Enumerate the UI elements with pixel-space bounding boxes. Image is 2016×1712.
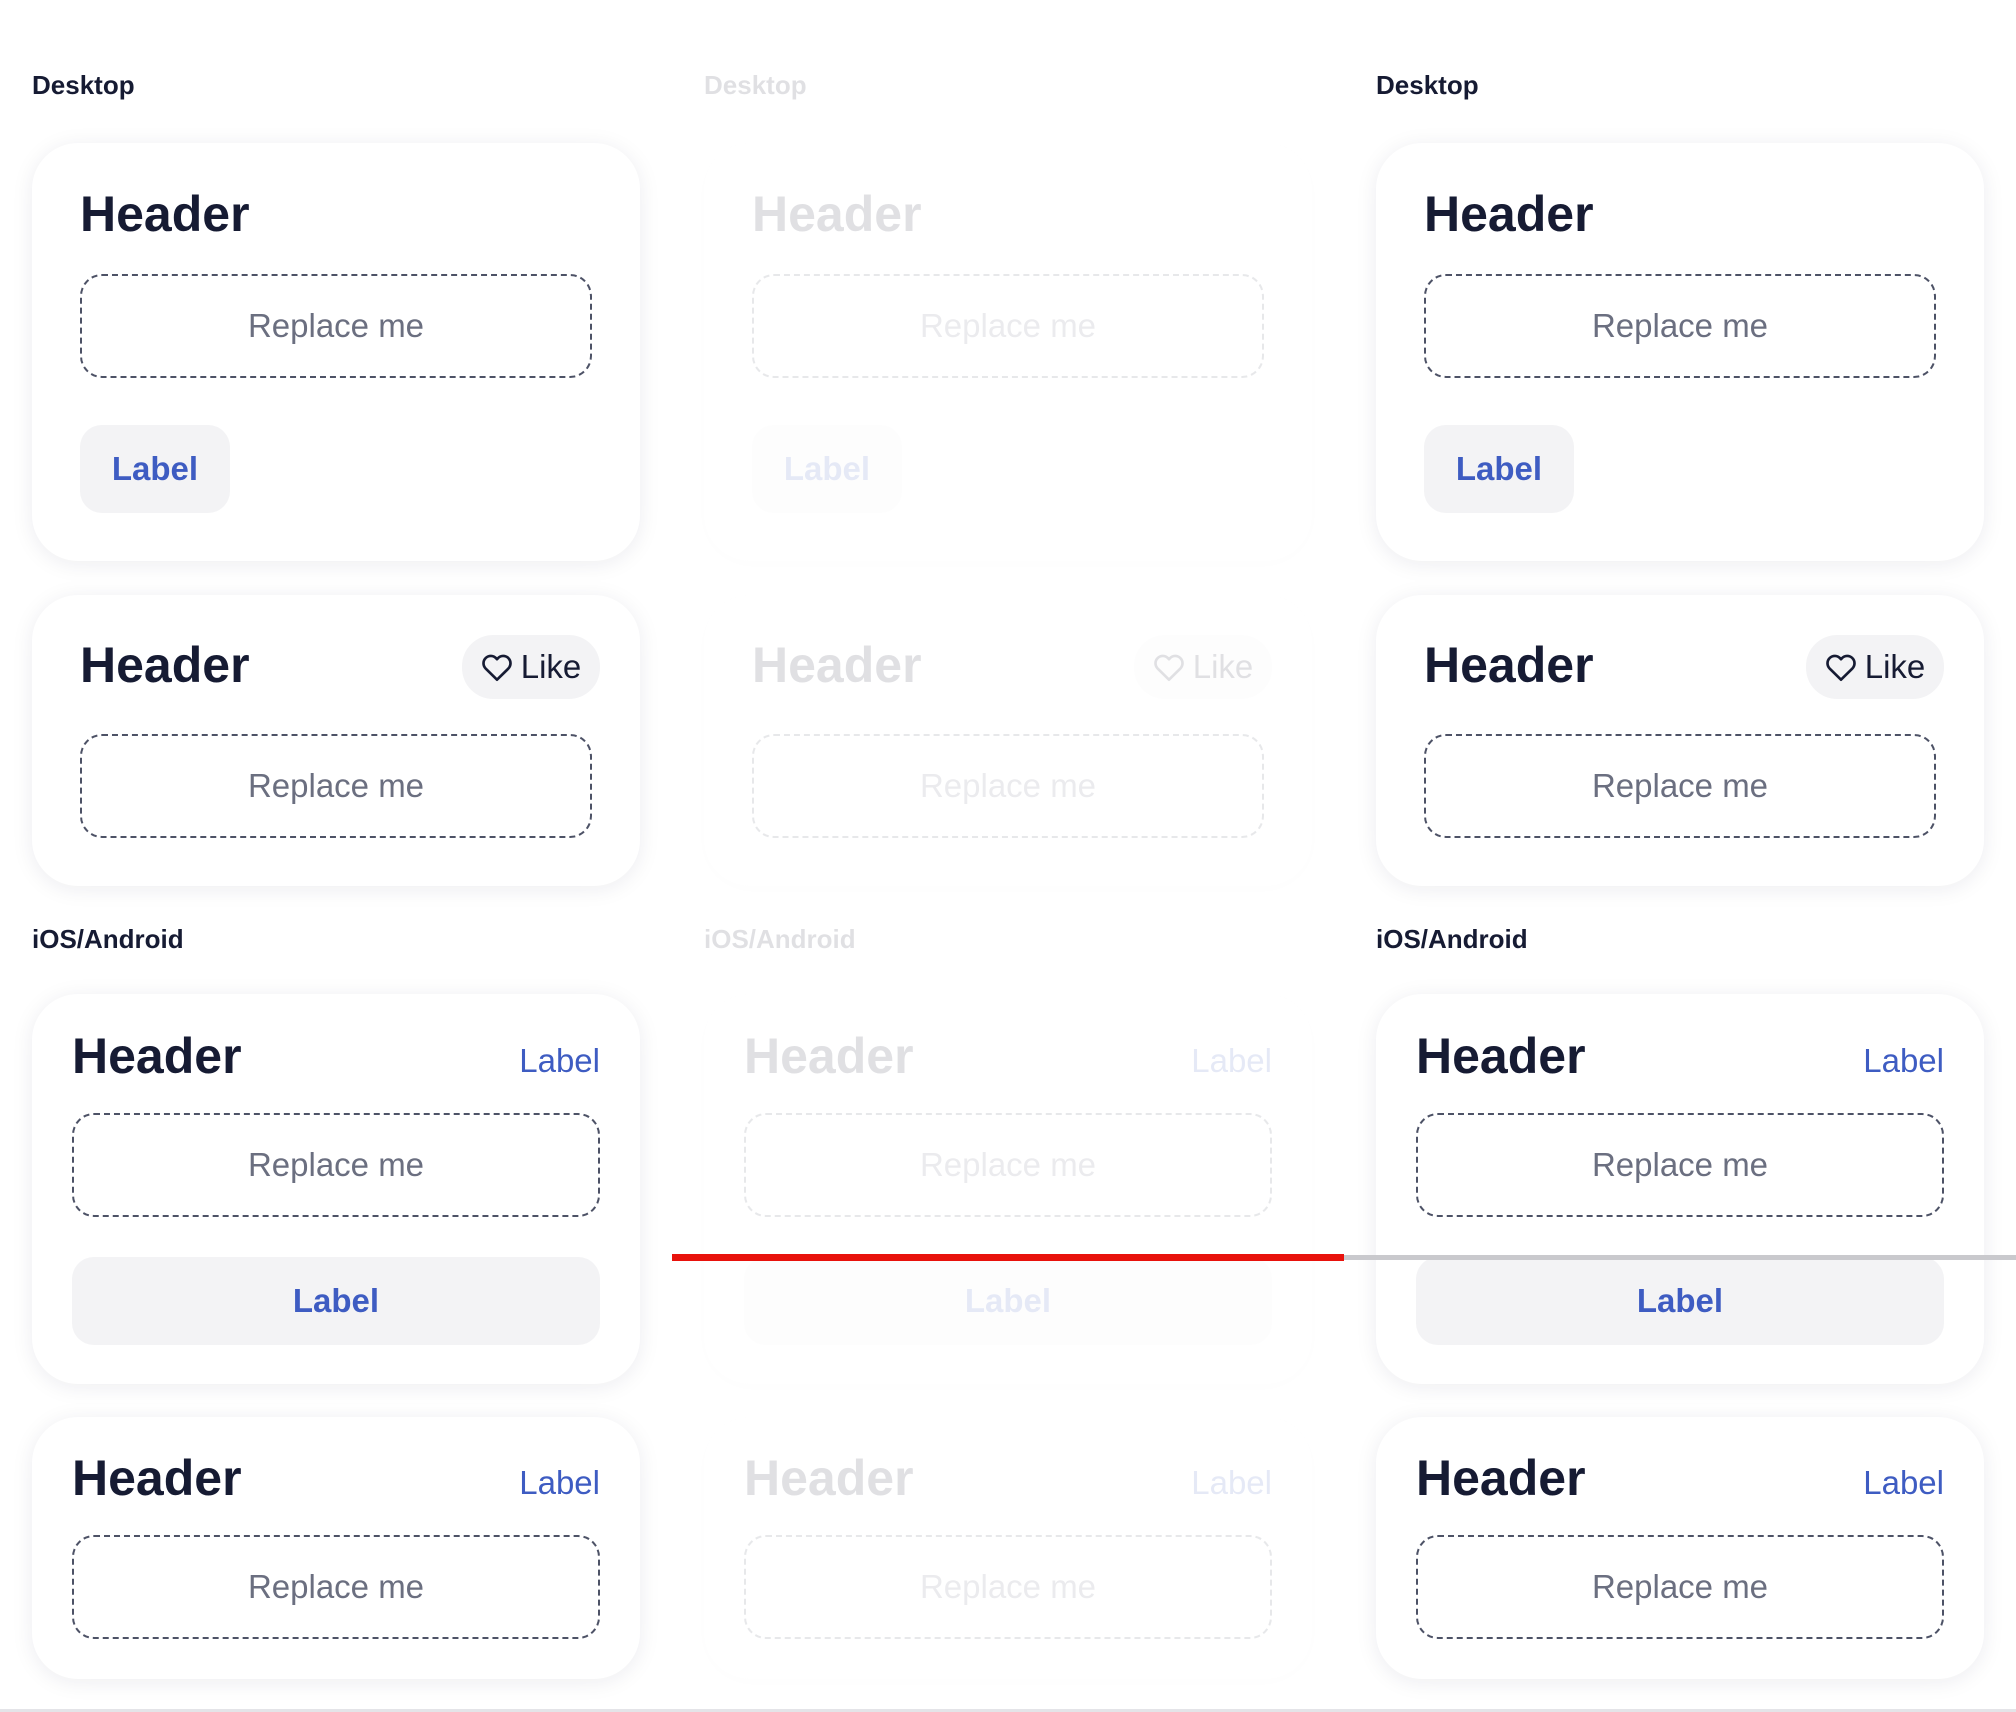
card-header: Header (80, 637, 250, 693)
column-2-faded: Desktop Header Replace me Label Header L… (672, 0, 1344, 1712)
desktop-card-with-button: Header Replace me Label (704, 143, 1312, 561)
replace-me-slot: Replace me (752, 274, 1264, 378)
section-label-desktop: Desktop (704, 70, 807, 100)
mobile-card: Header Label Replace me (1376, 1417, 1984, 1679)
desktop-card-with-button: Header Replace me Label (1376, 143, 1984, 561)
desktop-card-with-like: Header Like Replace me (704, 595, 1312, 886)
label-button-full-width[interactable]: Label (72, 1257, 600, 1345)
replace-me-slot: Replace me (1424, 274, 1936, 378)
column-3: Desktop Header Replace me Label Header L… (1344, 0, 2016, 1712)
label-button-full-width[interactable]: Label (1416, 1257, 1944, 1345)
replace-me-slot: Replace me (744, 1113, 1272, 1217)
replace-me-slot: Replace me (1416, 1113, 1944, 1217)
like-label: Like (520, 648, 582, 685)
like-button[interactable]: Like (1806, 635, 1944, 699)
card-header: Header (752, 186, 922, 242)
replace-me-slot: Replace me (72, 1113, 600, 1217)
card-header: Header (744, 1028, 914, 1084)
replace-me-slot: Replace me (80, 274, 592, 378)
card-header: Header (1424, 637, 1594, 693)
like-button[interactable]: Like (462, 635, 600, 699)
header-link-label[interactable]: Label (519, 1044, 600, 1077)
heart-icon (481, 652, 513, 682)
mobile-card-with-button: Header Label Replace me Label (1376, 994, 1984, 1384)
desktop-card-with-like: Header Like Replace me (32, 595, 640, 886)
card-header: Header (72, 1028, 242, 1084)
card-header: Header (1416, 1450, 1586, 1506)
label-button: Label (752, 425, 902, 513)
mobile-card-with-button: Header Label Replace me Label (32, 994, 640, 1384)
mobile-card-with-button: Header Label Replace me Label (704, 994, 1312, 1384)
label-button-full-width: Label (744, 1257, 1272, 1345)
header-link-label[interactable]: Label (1863, 1044, 1944, 1077)
like-label: Like (1864, 648, 1926, 685)
section-label-desktop: Desktop (32, 70, 135, 100)
header-link-label[interactable]: Label (519, 1466, 600, 1499)
like-button: Like (1134, 635, 1272, 699)
desktop-card-with-like: Header Like Replace me (1376, 595, 1984, 886)
replace-me-slot: Replace me (1416, 1535, 1944, 1639)
label-button[interactable]: Label (80, 425, 230, 513)
replace-me-slot: Replace me (72, 1535, 600, 1639)
card-header: Header (1424, 186, 1594, 242)
label-button[interactable]: Label (1424, 425, 1574, 513)
red-divider-line (672, 1254, 1344, 1261)
replace-me-slot: Replace me (80, 734, 592, 838)
card-header: Header (80, 186, 250, 242)
section-label-ios-android: iOS/Android (704, 924, 856, 954)
replace-me-slot: Replace me (1424, 734, 1936, 838)
heart-icon (1825, 652, 1857, 682)
replace-me-slot: Replace me (744, 1535, 1272, 1639)
card-header: Header (744, 1450, 914, 1506)
header-link-label[interactable]: Label (1863, 1466, 1944, 1499)
like-label: Like (1192, 648, 1254, 685)
mobile-card: Header Label Replace me (704, 1417, 1312, 1679)
header-link-label: Label (1191, 1042, 1272, 1079)
section-label-ios-android: iOS/Android (32, 924, 184, 954)
section-label-desktop: Desktop (1376, 70, 1479, 100)
replace-me-slot: Replace me (752, 734, 1264, 838)
header-link-label: Label (1191, 1464, 1272, 1501)
section-label-ios-android: iOS/Android (1376, 924, 1528, 954)
heart-icon (1153, 652, 1185, 682)
mobile-card: Header Label Replace me (32, 1417, 640, 1679)
card-header: Header (752, 637, 922, 693)
card-header: Header (72, 1450, 242, 1506)
column-1: Desktop Header Replace me Label Header L… (0, 0, 672, 1712)
grey-divider-line (1344, 1255, 2016, 1260)
desktop-card-with-button: Header Replace me Label (32, 143, 640, 561)
card-header: Header (1416, 1028, 1586, 1084)
